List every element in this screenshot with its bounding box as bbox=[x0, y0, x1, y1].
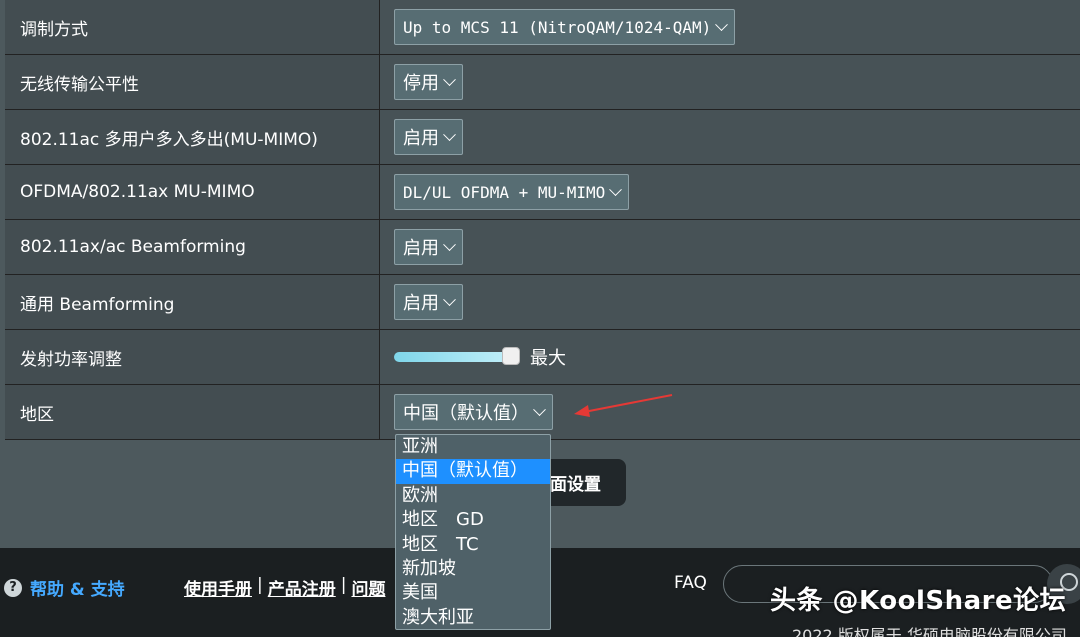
select-value: 启用 bbox=[403, 238, 439, 259]
ofdma-select[interactable]: DL/UL OFDMA + MU-MIMO bbox=[394, 174, 630, 210]
setting-label: 无线传输公平性 bbox=[5, 55, 380, 109]
setting-label: OFDMA/802.11ax MU-MIMO bbox=[5, 165, 380, 219]
region-option[interactable]: 地区 TC bbox=[396, 533, 550, 557]
help-label: 帮助 & 支持 bbox=[30, 580, 125, 600]
chevron-down-icon bbox=[609, 182, 623, 196]
setting-label: 802.11ax/ac Beamforming bbox=[5, 220, 380, 274]
feedback-link[interactable]: 问题 bbox=[351, 575, 385, 600]
setting-label: 通用 Beamforming bbox=[5, 275, 380, 329]
chevron-down-icon bbox=[533, 402, 546, 416]
chevron-down-icon bbox=[443, 237, 456, 251]
chevron-down-icon bbox=[715, 17, 729, 31]
airtime-fairness-select[interactable]: 停用 bbox=[394, 64, 463, 100]
region-option[interactable]: 地区 GD bbox=[396, 508, 550, 532]
region-option[interactable]: 中国（默认值） bbox=[396, 459, 550, 484]
region-option[interactable]: 新加坡 bbox=[396, 557, 550, 581]
footer-links: 使用手册 | 产品注册 | 问题 bbox=[184, 575, 385, 600]
manual-link[interactable]: 使用手册 bbox=[184, 575, 252, 600]
chevron-down-icon bbox=[443, 292, 456, 306]
red-arrow-annotation bbox=[574, 394, 673, 417]
region-option[interactable]: 澳大利亚 bbox=[396, 606, 550, 630]
region-select[interactable]: 中国（默认值） bbox=[394, 394, 553, 430]
tx-power-level: 最大 bbox=[530, 348, 566, 369]
region-option[interactable]: 亚洲 bbox=[396, 435, 550, 459]
select-value: 停用 bbox=[403, 73, 439, 94]
help-support[interactable]: ? 帮助 & 支持 bbox=[4, 575, 125, 600]
select-value: 启用 bbox=[403, 128, 439, 149]
universal-beamforming-select[interactable]: 启用 bbox=[394, 284, 463, 320]
tx-power-slider[interactable] bbox=[394, 347, 520, 367]
setting-row-beamforming: 802.11ax/ac Beamforming 启用 bbox=[5, 220, 1080, 275]
setting-row-tx-power: 发射功率调整 最大 bbox=[5, 330, 1080, 385]
apply-button-label: 面设置 bbox=[550, 475, 601, 495]
setting-row-universal-beamforming: 通用 Beamforming 启用 bbox=[5, 275, 1080, 330]
product-registration-link[interactable]: 产品注册 bbox=[268, 575, 336, 600]
faq-link[interactable]: FAQ bbox=[674, 573, 707, 593]
setting-row-mu-mimo: 802.11ac 多用户多入多出(MU-MIMO) 启用 bbox=[5, 110, 1080, 165]
chevron-down-icon bbox=[443, 127, 456, 141]
select-value: 中国（默认值） bbox=[403, 403, 529, 424]
slider-handle[interactable] bbox=[502, 347, 520, 365]
beamforming-select[interactable]: 启用 bbox=[394, 229, 463, 265]
region-option[interactable]: 欧洲 bbox=[396, 484, 550, 508]
setting-row-modulation: 调制方式 Up to MCS 11 (NitroQAM/1024-QAM) bbox=[5, 0, 1080, 55]
chevron-down-icon bbox=[443, 72, 456, 86]
setting-row-airtime-fairness: 无线传输公平性 停用 bbox=[5, 55, 1080, 110]
mu-mimo-select[interactable]: 启用 bbox=[394, 119, 463, 155]
help-icon: ? bbox=[4, 578, 22, 597]
setting-label: 802.11ac 多用户多入多出(MU-MIMO) bbox=[5, 110, 380, 164]
setting-row-ofdma: OFDMA/802.11ax MU-MIMO DL/UL OFDMA + MU-… bbox=[5, 165, 1080, 220]
setting-label: 地区 bbox=[5, 385, 380, 439]
region-dropdown-list[interactable]: 亚洲 中国（默认值） 欧洲 地区 GD 地区 TC 新加坡 美国 澳大利亚 bbox=[395, 434, 551, 630]
select-value: Up to MCS 11 (NitroQAM/1024-QAM) bbox=[403, 17, 712, 37]
setting-label: 调制方式 bbox=[5, 0, 380, 54]
wireless-settings-table: 调制方式 Up to MCS 11 (NitroQAM/1024-QAM) 无线… bbox=[5, 0, 1080, 440]
copyright: 2022 版权属于 华硕电脑股份有限公司 bbox=[792, 626, 1067, 637]
link-separator: | bbox=[257, 575, 263, 595]
select-value: 启用 bbox=[403, 293, 439, 314]
setting-label: 发射功率调整 bbox=[5, 330, 380, 384]
select-value: DL/UL OFDMA + MU-MIMO bbox=[403, 182, 606, 202]
watermark: 头条 @KoolShare论坛 bbox=[770, 586, 1067, 616]
modulation-select[interactable]: Up to MCS 11 (NitroQAM/1024-QAM) bbox=[394, 9, 736, 45]
region-option[interactable]: 美国 bbox=[396, 581, 550, 605]
link-separator: | bbox=[340, 575, 347, 595]
setting-row-region: 地区 中国（默认值） bbox=[5, 385, 1080, 440]
